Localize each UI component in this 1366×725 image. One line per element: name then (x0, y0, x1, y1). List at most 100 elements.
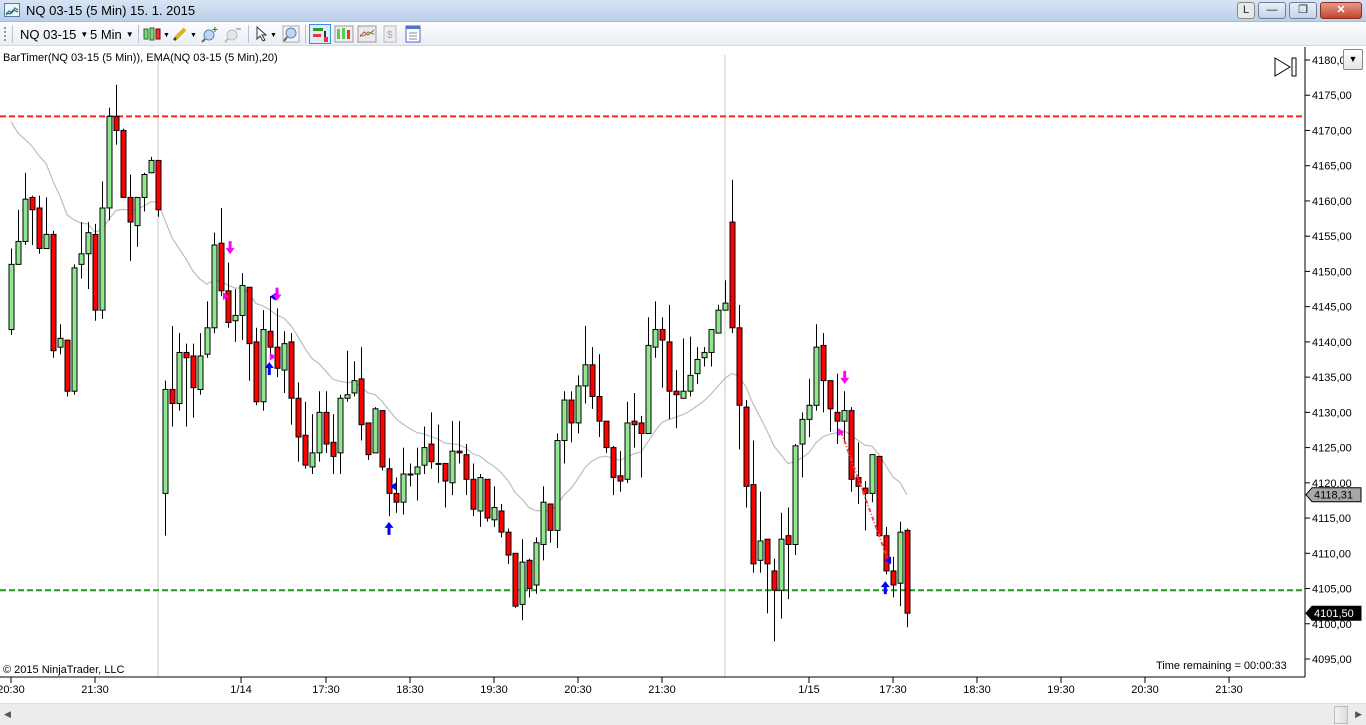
candle-body-down (631, 420, 638, 426)
candle-body-down (267, 330, 274, 348)
candle (547, 503, 554, 543)
candle-body-down (526, 559, 533, 590)
y-tick-label: 4170,00 (1312, 125, 1352, 137)
candle-body-down (771, 570, 778, 591)
candle-body-down (36, 207, 43, 250)
candle (246, 286, 253, 381)
candle (183, 343, 190, 427)
candle-body-down (365, 422, 372, 456)
candle-body-up (708, 329, 715, 353)
candle-body-up (232, 314, 239, 322)
candle-body-up (813, 346, 820, 406)
candle (64, 339, 71, 397)
y-tick-label: 4125,00 (1312, 443, 1352, 455)
candle (673, 370, 680, 429)
candle-body-up (176, 351, 183, 405)
last-price-price-marker: 4101,50 (1305, 605, 1362, 621)
candle (484, 478, 491, 522)
candle (211, 232, 218, 334)
candle-body-up (281, 343, 288, 371)
candle-body-down (302, 434, 309, 466)
candle-body-down (743, 406, 750, 487)
candle (799, 412, 806, 478)
candle-body-up (71, 267, 78, 392)
candle-body-down (169, 388, 176, 405)
candle-body-down (666, 341, 673, 392)
y-tick-label: 4165,00 (1312, 161, 1352, 173)
candle-body-up (8, 263, 15, 331)
candle (470, 463, 477, 517)
candle (120, 128, 127, 198)
candle-body-down (246, 286, 253, 345)
candle-body-up (519, 561, 526, 605)
price-marker-label: 4118,31 (1314, 490, 1353, 502)
candle (379, 410, 386, 471)
candle (36, 195, 43, 254)
candle-body-up (694, 358, 701, 375)
candle-body-down (183, 351, 190, 359)
x-tick-label: 1/15 (798, 684, 819, 696)
candle (71, 264, 78, 395)
y-tick-label: 4175,00 (1312, 90, 1352, 102)
candle (505, 528, 512, 564)
candle-body-down (358, 378, 365, 426)
candle (687, 336, 694, 397)
candle (386, 458, 393, 517)
horizontal-scrollbar[interactable]: ◀ ▶ (0, 703, 1366, 725)
candle (736, 304, 743, 450)
y-tick-label: 4155,00 (1312, 231, 1352, 243)
candle-body-up (421, 447, 428, 466)
candle (134, 196, 141, 247)
candle (204, 301, 211, 358)
candle-body-up (57, 337, 64, 348)
scroll-left-icon[interactable]: ◀ (4, 709, 11, 720)
candle (757, 491, 764, 573)
candle-body-down (218, 242, 225, 292)
candle (617, 451, 624, 492)
candle-body-up (652, 329, 659, 348)
candle (512, 552, 519, 608)
candle (253, 327, 260, 406)
candle (904, 528, 911, 628)
candle (197, 333, 204, 395)
candle (288, 333, 295, 425)
candle-body-up (351, 380, 358, 394)
candle-body-up (624, 422, 631, 480)
candle (365, 422, 372, 460)
candle-body-down (442, 462, 449, 482)
candle-body-down (603, 420, 610, 449)
candle (281, 331, 288, 393)
candle-body-up (435, 462, 442, 465)
candle-body-down (890, 570, 897, 586)
candle-body-down (729, 221, 736, 329)
candle (526, 558, 533, 598)
candle (785, 507, 792, 600)
candle-body-up (799, 418, 806, 445)
candle (498, 503, 505, 538)
candle-body-down (596, 395, 603, 422)
candle-body-up (141, 174, 148, 198)
candle-body-up (687, 374, 694, 392)
candle-body-down (820, 344, 827, 382)
y-tick-label: 4150,00 (1312, 266, 1352, 278)
candle (106, 107, 113, 221)
candle-body-down (155, 159, 162, 211)
candle-body-down (253, 341, 260, 403)
candle-body-up (400, 473, 407, 503)
candle (169, 326, 176, 427)
candle-body-down (379, 410, 386, 468)
scroll-to-end-button[interactable] (1274, 57, 1298, 77)
candle-body-up (561, 399, 568, 442)
price-chart[interactable]: 4180,004175,004170,004165,004160,004155,… (0, 0, 1366, 703)
y-tick-label: 4115,00 (1312, 513, 1351, 525)
candle (582, 326, 589, 404)
candle (659, 317, 666, 388)
scroll-right-icon[interactable]: ▶ (1355, 709, 1362, 720)
candle (876, 455, 883, 537)
candle (351, 361, 358, 397)
candle (729, 179, 736, 334)
candle-body-up (309, 452, 316, 468)
candle-body-down (274, 346, 281, 369)
price-axis-menu-button[interactable]: ▼ (1343, 49, 1363, 70)
scrollbar-thumb[interactable] (1334, 706, 1348, 724)
